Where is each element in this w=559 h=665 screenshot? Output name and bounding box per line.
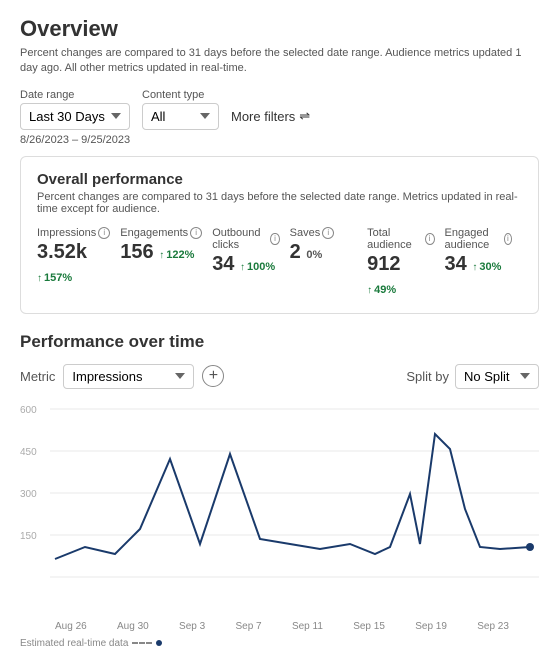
svg-text:150: 150: [20, 531, 37, 542]
metric-label-text: Savesi: [290, 227, 357, 239]
dot-icon: [156, 640, 162, 646]
svg-text:450: 450: [20, 447, 37, 458]
metric-change: ↑122%: [159, 249, 194, 261]
add-metric-button[interactable]: +: [202, 365, 224, 387]
metric-change: ↑157%: [37, 272, 72, 284]
x-label-4: Sep 7: [235, 621, 261, 632]
estimated-text-label: Estimated real-time data: [20, 638, 128, 649]
filter-icon: ⇌: [299, 108, 310, 124]
content-type-filter: Content type All Posts Videos Articles: [142, 89, 219, 130]
metric-item-saves: Savesi 2 0%: [290, 227, 367, 299]
page-title: Overview: [20, 16, 539, 42]
metric-name-text: Impressions: [37, 227, 96, 239]
chart-controls-right: Split by No Split Device Region: [406, 364, 539, 389]
metric-change: ↑49%: [367, 284, 396, 296]
date-range-display: 8/26/2023 – 9/25/2023: [20, 134, 539, 146]
metric-label-text: Outbound clicksi: [212, 227, 279, 251]
metric-name-text: Engagements: [120, 227, 188, 239]
arrow-up-icon: ↑: [159, 250, 164, 261]
metric-name-text: Outbound clicks: [212, 227, 268, 251]
metric-item-total-audience: Total audiencei912 ↑49%: [367, 227, 444, 299]
date-range-filter: Date range Last 30 Days Last 7 Days Last…: [20, 89, 130, 130]
info-icon[interactable]: i: [190, 227, 202, 239]
metric-item-engaged-audience: Engaged audiencei34 ↑30%: [445, 227, 522, 299]
split-select[interactable]: No Split Device Region: [455, 364, 539, 389]
date-range-label: Date range: [20, 89, 130, 101]
arrow-up-icon: ↑: [472, 262, 477, 273]
page-subtitle: Percent changes are compared to 31 days …: [20, 46, 539, 77]
metric-select[interactable]: Impressions Engagements Outbound clicks …: [63, 364, 194, 389]
x-label-5: Sep 11: [292, 621, 323, 632]
content-type-label: Content type: [142, 89, 219, 101]
arrow-up-icon: ↑: [367, 285, 372, 296]
info-icon[interactable]: i: [425, 233, 435, 245]
performance-chart: 600 450 300 150: [20, 399, 539, 619]
x-label-2: Aug 30: [117, 621, 149, 632]
x-axis-labels: Aug 26 Aug 30 Sep 3 Sep 7 Sep 11 Sep 15 …: [20, 621, 539, 632]
metric-label-text: Impressionsi: [37, 227, 110, 239]
metric-label-text: Engagementsi: [120, 227, 202, 239]
info-icon[interactable]: i: [504, 233, 512, 245]
chart-controls: Metric Impressions Engagements Outbound …: [20, 364, 539, 389]
date-range-select[interactable]: Last 30 Days Last 7 Days Last 90 Days Cu…: [20, 103, 130, 130]
metric-value-display: 2 0%: [290, 241, 357, 264]
split-label: Split by: [406, 369, 449, 384]
metric-value-display: 34 ↑30%: [445, 253, 512, 276]
overall-performance-card: Overall performance Percent changes are …: [20, 156, 539, 314]
metric-value-display: 3.52k ↑157%: [37, 241, 110, 287]
content-type-select[interactable]: All Posts Videos Articles: [142, 103, 219, 130]
performance-over-time-title: Performance over time: [20, 332, 539, 352]
dashed-line-icon: [132, 642, 152, 644]
metric-label-text: Total audiencei: [367, 227, 434, 251]
metric-name-text: Engaged audience: [445, 227, 502, 251]
metric-item-engagements: Engagementsi 156 ↑122%: [120, 227, 212, 299]
estimated-data-label: Estimated real-time data: [20, 638, 539, 649]
x-label-6: Sep 15: [353, 621, 385, 632]
overall-performance-title: Overall performance: [37, 171, 522, 188]
metric-value-display: 912 ↑49%: [367, 253, 434, 299]
metrics-row: Impressionsi3.52k ↑157%Engagementsi156 ↑…: [37, 227, 522, 299]
metric-name-text: Total audience: [367, 227, 423, 251]
metric-label: Metric: [20, 369, 55, 384]
arrow-up-icon: ↑: [37, 273, 42, 284]
metric-label-text: Engaged audiencei: [445, 227, 512, 251]
x-label-7: Sep 19: [415, 621, 447, 632]
metric-item-outbound-clicks: Outbound clicksi34 ↑100%: [212, 227, 289, 299]
x-label-3: Sep 3: [179, 621, 205, 632]
info-icon[interactable]: i: [322, 227, 334, 239]
metric-change: ↑30%: [472, 261, 501, 273]
arrow-up-icon: ↑: [240, 262, 245, 273]
metric-value-display: 34 ↑100%: [212, 253, 279, 276]
info-icon[interactable]: i: [98, 227, 110, 239]
info-icon[interactable]: i: [270, 233, 279, 245]
chart-controls-left: Metric Impressions Engagements Outbound …: [20, 364, 224, 389]
svg-text:600: 600: [20, 405, 37, 416]
metric-change: 0%: [306, 249, 322, 261]
metric-change: ↑100%: [240, 261, 275, 273]
more-filters-button[interactable]: More filters ⇌: [231, 103, 310, 129]
metric-value-display: 156 ↑122%: [120, 241, 202, 264]
x-label-8: Sep 23: [477, 621, 509, 632]
chart-area: 600 450 300 150: [20, 399, 539, 619]
x-label-1: Aug 26: [55, 621, 87, 632]
metric-item-impressions: Impressionsi 3.52k ↑157%: [37, 227, 120, 299]
metric-name-text: Saves: [290, 227, 321, 239]
more-filters-label: More filters: [231, 109, 295, 124]
overall-performance-subtitle: Percent changes are compared to 31 days …: [37, 191, 522, 215]
svg-text:300: 300: [20, 489, 37, 500]
